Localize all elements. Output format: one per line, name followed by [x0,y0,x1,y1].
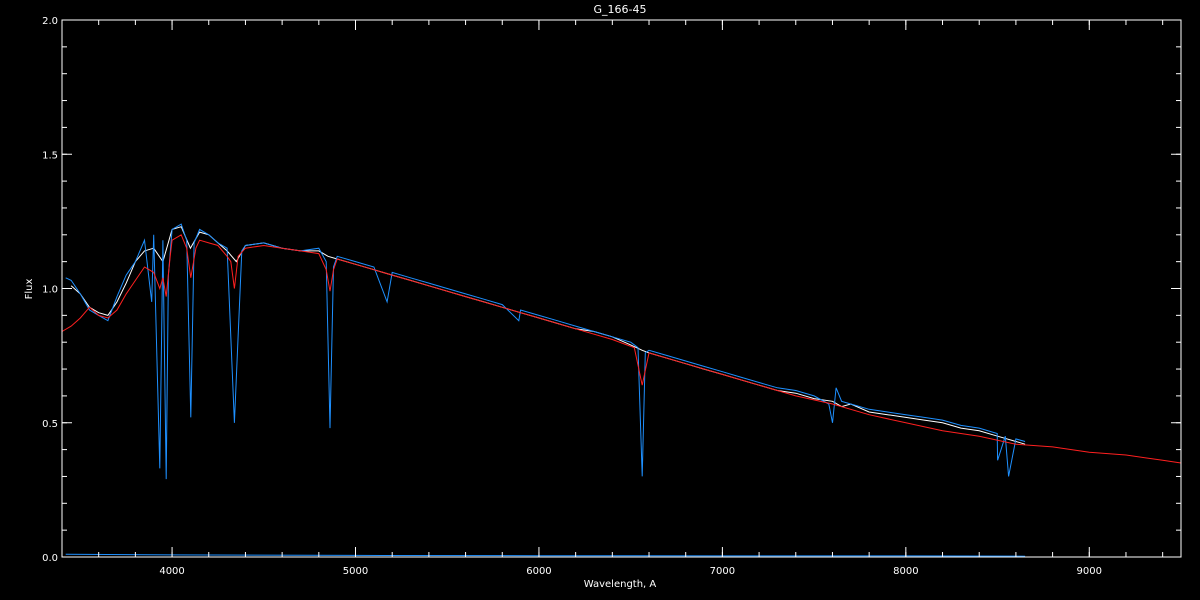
chart-title: G_166-45 [594,3,647,16]
y-tick-label: 1.5 [42,150,58,161]
x-tick-label: 8000 [893,566,918,577]
x-tick-label: 5000 [343,566,368,577]
x-tick-label: 7000 [710,566,735,577]
y-tick-label: 1.0 [42,285,58,296]
x-axis-label: Wavelength, A [584,579,657,590]
y-tick-label: 0.5 [42,419,58,430]
y-tick-label: 0.0 [42,553,58,564]
x-tick-label: 4000 [159,566,184,577]
spectrum-chart: G_166-45 4000 5000 6000 7000 8000 9000 0.0 0.5 1… [0,0,1200,600]
y-axis-label: Flux [24,279,35,300]
x-tick-label: 9000 [1077,566,1102,577]
chart-background [0,0,1200,600]
y-tick-label: 2.0 [42,16,58,27]
x-tick-label: 6000 [526,566,551,577]
